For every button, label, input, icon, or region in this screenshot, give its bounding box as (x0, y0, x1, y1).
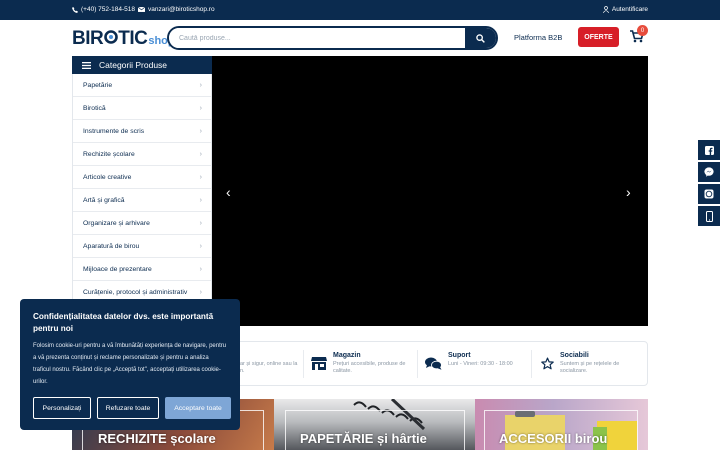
categories-list: Papetărie › Birotică › Instrumente de scri… (72, 74, 212, 304)
category-label: Curățenie, protocol și administrativ (83, 288, 188, 296)
star-icon (541, 357, 554, 370)
feature-title: Magazin (333, 352, 361, 359)
offers-button[interactable]: OFERTE (578, 27, 619, 47)
phone-number: (+40) 752-184-518 (81, 6, 136, 13)
category-item-arta[interactable]: Artă și grafică › (73, 189, 211, 212)
login-link[interactable]: Autentificare (602, 6, 648, 13)
chevron-right-icon: › (199, 127, 202, 135)
banner-papetarie[interactable]: PAPETĂRIE și hârtie (274, 399, 475, 450)
category-item-instrumente[interactable]: Instrumente de scris › (73, 120, 211, 143)
chevron-right-icon: › (199, 104, 202, 112)
user-icon (602, 6, 609, 13)
feature-desc: Prețuri accesibile, produse de (333, 361, 406, 367)
feature-partial-line: ar și sigur, online sau la (240, 361, 298, 367)
login-label: Autentificare (611, 6, 648, 13)
category-label: Papetărie (83, 81, 113, 89)
category-item-birotica[interactable]: Birotică › (73, 97, 211, 120)
feature-sociabili: Sociabili Suntem și pe rețelele de socia… (541, 352, 619, 375)
category-item-organizare[interactable]: Organizare și arhivare › (73, 212, 211, 235)
chevron-right-icon: › (199, 219, 202, 227)
banner-accesorii[interactable]: ACCESORII birou (475, 399, 648, 450)
feature-title: Sociabili (560, 352, 589, 359)
slider-prev-arrow-icon[interactable]: ‹ (226, 184, 231, 200)
banner-label: ACCESORII birou (499, 431, 608, 446)
chevron-right-icon: › (199, 173, 202, 181)
menu-icon (82, 61, 91, 69)
category-item-creative[interactable]: Articole creative › (73, 166, 211, 189)
hero-slider: ‹ › (212, 56, 648, 326)
mobile-phone-icon (705, 210, 713, 222)
accept-all-button[interactable]: Acceptare toate (165, 397, 231, 419)
whatsapp-icon (704, 189, 714, 199)
phone-contact[interactable]: (+40) 752-184-518 (72, 6, 135, 13)
feature-title: Suport (448, 352, 471, 359)
cart-count-badge: 0 (637, 25, 648, 36)
search-bar (167, 26, 498, 50)
banner-label: PAPETĂRIE și hârtie (300, 431, 427, 446)
category-label: Aparatură de birou (83, 242, 140, 250)
messenger-icon (704, 167, 714, 177)
social-facebook[interactable] (698, 140, 720, 160)
divider (531, 350, 532, 378)
category-label: Articole creative (83, 173, 132, 181)
search-button[interactable] (465, 28, 496, 48)
category-label: Instrumente de scris (83, 127, 145, 135)
cookie-title: Confidențialitatea datelor dvs. este imp… (33, 312, 214, 333)
category-label: Organizare și arhivare (83, 219, 150, 227)
social-whatsapp[interactable] (698, 184, 720, 204)
customize-button[interactable]: Personalizați (33, 397, 91, 419)
banner-label: RECHIZITE școlare (98, 431, 216, 446)
chevron-right-icon: › (199, 81, 202, 89)
logo-text-b: TIC (118, 28, 148, 49)
category-item-prezentare[interactable]: Mijloace de prezentare › (73, 258, 211, 281)
logo-text-a: BIR (72, 28, 104, 49)
feature-desc: socializare. (560, 368, 588, 374)
chevron-right-icon: › (199, 242, 202, 250)
logo-o-icon (103, 30, 118, 44)
feature-partial-text: ar și sigur, online sau la n. (240, 361, 297, 375)
b2b-platform-link[interactable]: Platforma B2B (514, 33, 562, 42)
cookie-buttons: Personalizați Refuzare toate Acceptare t… (33, 397, 231, 419)
search-icon (476, 33, 485, 43)
categories-header[interactable]: Categorii Produse (72, 56, 212, 74)
category-label: Mijloace de prezentare (83, 265, 152, 273)
feature-magazin: Magazin Prețuri accesibile, produse de c… (311, 352, 405, 375)
feature-partial-line: n. (240, 368, 245, 374)
email-address: vanzari@biroticshop.ro (148, 6, 215, 13)
category-item-aparatura[interactable]: Aparatură de birou › (73, 235, 211, 258)
top-bar: (+40) 752-184-518 vanzari@biroticshop.ro… (0, 0, 720, 20)
reject-all-button[interactable]: Refuzare toate (97, 397, 159, 419)
chevron-right-icon: › (199, 265, 202, 273)
phone-icon (72, 6, 78, 13)
category-label: Rechizite școlare (83, 150, 135, 158)
envelope-icon (138, 7, 145, 12)
chevron-right-icon: › (199, 288, 202, 296)
email-contact[interactable]: vanzari@biroticshop.ro (138, 6, 215, 13)
category-label: Birotică (83, 104, 106, 112)
chevron-right-icon: › (199, 196, 202, 204)
social-messenger[interactable] (698, 162, 720, 182)
chat-icon (425, 357, 442, 370)
category-item-rechizite[interactable]: Rechizite școlare › (73, 143, 211, 166)
category-label: Artă și grafică (83, 196, 125, 204)
social-phone[interactable] (698, 206, 720, 226)
chevron-right-icon: › (199, 150, 202, 158)
feature-suport: Suport Luni - Vineri: 09:30 - 18:00 (425, 352, 513, 370)
site-logo[interactable]: BIR TIC shop (72, 28, 175, 49)
divider (417, 350, 418, 378)
feature-desc: calitate. (333, 368, 352, 374)
divider (303, 350, 304, 378)
slider-next-arrow-icon[interactable]: › (626, 184, 631, 200)
store-icon (311, 357, 327, 370)
facebook-icon (704, 145, 714, 155)
search-input[interactable] (169, 28, 465, 48)
feature-desc: Luni - Vineri: 09:30 - 18:00 (448, 361, 513, 367)
categories-title: Categorii Produse (99, 60, 168, 70)
feature-desc: Suntem și pe rețelele de (560, 361, 620, 367)
cart-button[interactable]: 0 (630, 25, 648, 46)
category-item-papetarie[interactable]: Papetărie › (73, 74, 211, 97)
cookie-text: Folosim cookie-uri pentru a vă îmbunătăț… (33, 343, 227, 385)
cookie-consent-dialog: Confidențialitatea datelor dvs. este imp… (20, 299, 240, 430)
site-header: BIR TIC shop Platforma B2B OFERTE 0 (0, 20, 720, 56)
